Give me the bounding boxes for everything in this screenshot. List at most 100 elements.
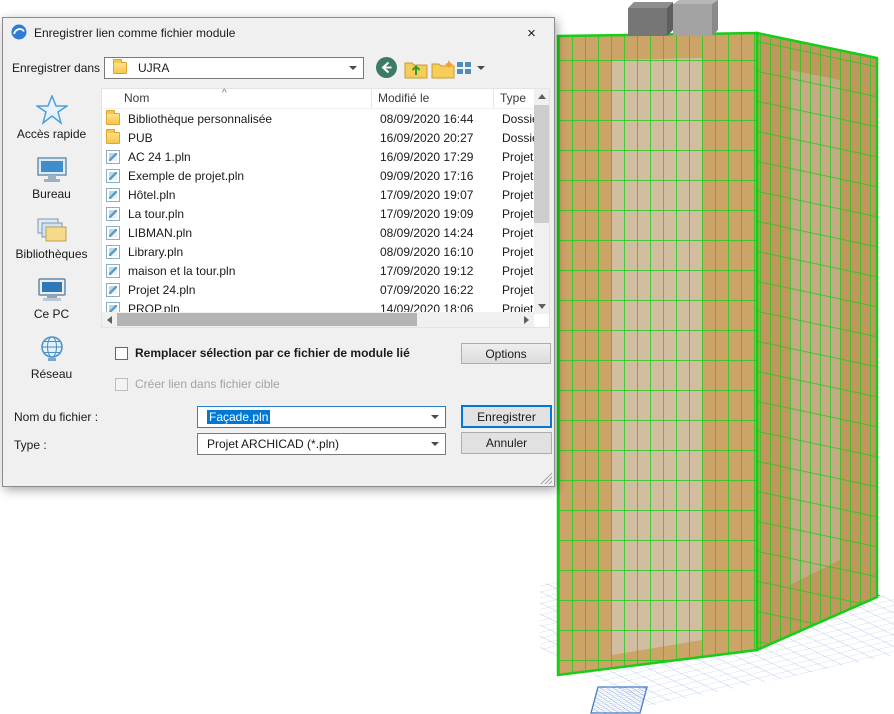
filetype-combobox[interactable]: Projet ARCHICAD (*.pln) (197, 433, 446, 455)
sidebar-item-this-pc[interactable]: Ce PC (3, 270, 100, 330)
dialog-title: Enregistrer lien comme fichier module (34, 26, 509, 40)
scroll-down-icon[interactable] (534, 299, 549, 314)
file-name: Hôtel.pln (126, 188, 374, 202)
file-name: Projet 24.pln (126, 283, 374, 297)
filename-value[interactable]: Façade.pln (207, 410, 270, 424)
save-in-combobox[interactable]: UJRA (104, 57, 364, 79)
file-row[interactable]: maison et la tour.pln 17/09/2020 19:12 P… (102, 261, 534, 280)
replace-selection-label: Remplacer sélection par ce fichier de mo… (135, 346, 410, 360)
sidebar-item-libraries[interactable]: Bibliothèques (3, 210, 100, 270)
chevron-down-icon[interactable] (431, 415, 439, 419)
file-modified: 16/09/2020 17:29 (374, 150, 496, 164)
replace-selection-checkbox[interactable] (115, 347, 128, 360)
sidebar-item-label: Bibliothèques (3, 247, 100, 261)
file-row[interactable]: PUB 16/09/2020 20:27 Dossie (102, 128, 534, 147)
new-folder-icon (431, 59, 455, 79)
file-modified: 09/09/2020 17:16 (374, 169, 496, 183)
file-modified: 07/09/2020 16:22 (374, 283, 496, 297)
save-in-label: Enregistrer dans : (12, 61, 107, 75)
file-row[interactable]: Hôtel.pln 17/09/2020 19:07 Projet . (102, 185, 534, 204)
rooftop-equipment (628, 0, 718, 36)
file-modified: 17/09/2020 19:12 (374, 264, 496, 278)
options-button[interactable]: Options (461, 343, 551, 364)
file-type-icon (106, 207, 120, 221)
file-kind: Projet . (496, 264, 534, 278)
save-button[interactable]: Enregistrer (461, 405, 552, 428)
file-name: Bibliothèque personnalisée (126, 112, 374, 126)
file-list-view: ^ Nom Modifié le Type Bibliothèque perso… (101, 88, 550, 328)
save-module-dialog: Enregistrer lien comme fichier module × … (2, 17, 555, 487)
file-row[interactable]: La tour.pln 17/09/2020 19:09 Projet . (102, 204, 534, 223)
sidebar-item-quick-access[interactable]: Accès rapide (3, 90, 100, 150)
file-row[interactable]: AC 24 1.pln 16/09/2020 17:29 Projet . (102, 147, 534, 166)
file-modified: 08/09/2020 14:24 (374, 226, 496, 240)
dialog-titlebar[interactable]: Enregistrer lien comme fichier module × (3, 18, 554, 48)
file-type-icon (106, 150, 120, 164)
chevron-down-icon (477, 66, 485, 70)
views-menu-button[interactable] (456, 60, 485, 76)
tower-front-face (558, 33, 757, 675)
libraries-icon (3, 215, 100, 246)
replace-selection-option: Remplacer sélection par ce fichier de mo… (115, 346, 410, 360)
filename-label: Nom du fichier : (14, 410, 98, 424)
desktop-icon (3, 155, 100, 186)
file-name: La tour.pln (126, 207, 374, 221)
file-kind: Projet . (496, 283, 534, 297)
close-icon[interactable]: × (509, 19, 554, 48)
column-header-label: Modifié le (378, 91, 429, 105)
file-type-icon (106, 113, 120, 125)
file-kind: Projet . (496, 245, 534, 259)
horizontal-scrollbar-thumb[interactable] (117, 313, 417, 326)
file-type-icon (106, 169, 120, 183)
cancel-button[interactable]: Annuler (461, 432, 552, 454)
file-kind: Dossie (496, 131, 534, 145)
save-in-value: UJRA (138, 61, 349, 75)
archicad-logo-icon (11, 24, 27, 43)
file-kind: Projet . (496, 226, 534, 240)
file-kind: Dossie (496, 112, 534, 126)
file-name: maison et la tour.pln (126, 264, 374, 278)
scroll-up-icon[interactable] (534, 89, 549, 104)
views-menu-icon (456, 60, 474, 76)
file-list: Bibliothèque personnalisée 08/09/2020 16… (102, 109, 534, 314)
tower-right-face (757, 33, 877, 650)
column-header-nom[interactable]: ^ Nom (102, 89, 372, 108)
vertical-scrollbar[interactable] (534, 89, 549, 314)
up-one-level-button[interactable] (404, 59, 428, 79)
file-modified: 16/09/2020 20:27 (374, 131, 496, 145)
file-row[interactable]: Projet 24.pln 07/09/2020 16:22 Projet . (102, 280, 534, 299)
file-name: Library.pln (126, 245, 374, 259)
column-header-modified[interactable]: Modifié le (372, 89, 494, 108)
scroll-right-icon[interactable] (519, 312, 534, 327)
column-header-type[interactable]: Type (494, 89, 534, 108)
vertical-scrollbar-thumb[interactable] (534, 105, 549, 223)
file-type-icon (106, 283, 120, 297)
resize-grip[interactable] (539, 471, 552, 484)
filename-combobox[interactable]: Façade.pln (197, 406, 446, 428)
file-row[interactable]: Exemple de projet.pln 09/09/2020 17:16 P… (102, 166, 534, 185)
folder-icon (113, 62, 127, 74)
new-folder-button[interactable] (431, 59, 455, 79)
sidebar-item-desktop[interactable]: Bureau (3, 150, 100, 210)
file-row[interactable]: Library.pln 08/09/2020 16:10 Projet . (102, 242, 534, 261)
file-name: AC 24 1.pln (126, 150, 374, 164)
filetype-label: Type : (14, 438, 47, 452)
file-type-icon (106, 226, 120, 240)
back-icon (375, 56, 398, 79)
file-row[interactable]: Bibliothèque personnalisée 08/09/2020 16… (102, 109, 534, 128)
file-row[interactable]: LIBMAN.pln 08/09/2020 14:24 Projet . (102, 223, 534, 242)
create-link-label: Créer lien dans fichier cible (135, 377, 280, 391)
sidebar-item-label: Bureau (3, 187, 100, 201)
scroll-left-icon[interactable] (102, 312, 117, 327)
chevron-down-icon[interactable] (431, 442, 439, 446)
back-button[interactable] (375, 56, 398, 79)
sidebar-item-network[interactable]: Réseau (3, 330, 100, 390)
horizontal-scrollbar[interactable] (102, 312, 534, 327)
file-kind: Projet . (496, 169, 534, 183)
file-kind: Projet . (496, 188, 534, 202)
filetype-value: Projet ARCHICAD (*.pln) (207, 437, 431, 451)
sort-ascending-icon: ^ (222, 84, 227, 103)
computer-icon (3, 275, 100, 306)
column-header-label: Nom (124, 91, 149, 105)
chevron-down-icon (349, 66, 357, 70)
